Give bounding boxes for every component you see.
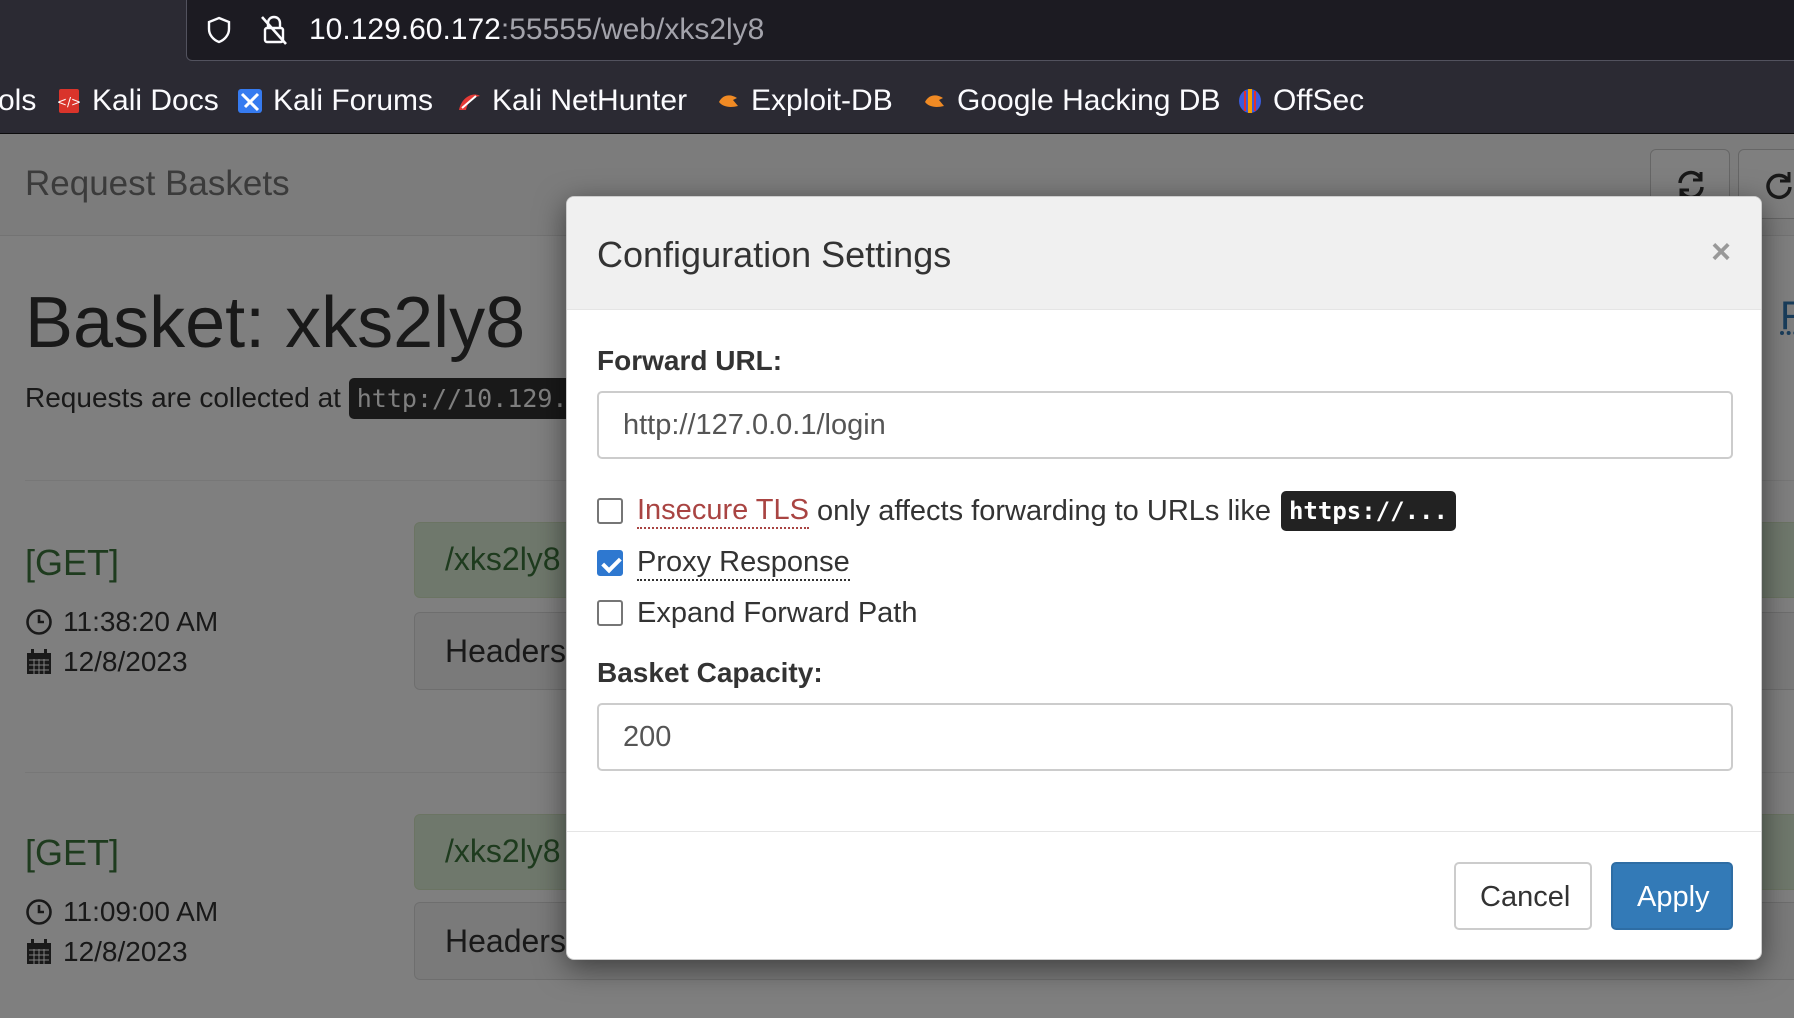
insecure-tls-checkbox[interactable] — [597, 498, 623, 524]
exploit-db-icon — [719, 95, 738, 107]
shield-icon[interactable] — [205, 16, 233, 44]
modal-header: Configuration Settings × — [567, 197, 1761, 310]
bookmark-label: Kali NetHunter — [492, 84, 688, 117]
proxy-response-label: Proxy Response — [637, 546, 850, 581]
basket-capacity-label: Basket Capacity: — [597, 657, 823, 688]
kali-forums-icon — [238, 89, 262, 113]
bookmarks-bar: ols </> Kali Docs Kali Forums Kali NetHu… — [0, 66, 1794, 134]
bookmark-kali-forums[interactable]: Kali Forums — [237, 84, 433, 118]
url-host: 10.129.60.172 — [309, 13, 501, 46]
bookmark-label: Kali Forums — [273, 84, 434, 117]
config-modal: Configuration Settings × Forward URL: In… — [566, 196, 1762, 960]
bookmark-label: Exploit-DB — [751, 84, 893, 117]
bookmark-label: Google Hacking DB — [957, 84, 1221, 117]
https-code-sample: https://... — [1280, 491, 1456, 531]
insecure-tls-description: only affects forwarding to URLs like — [816, 494, 1271, 527]
basket-capacity-input[interactable] — [597, 703, 1733, 771]
modal-footer: Cancel Apply — [567, 831, 1761, 959]
kali-nethunter-icon — [459, 94, 480, 110]
bookmark-exploit-db[interactable]: Exploit-DB — [715, 84, 893, 118]
expand-forward-path-row: Expand Forward Path — [597, 595, 917, 631]
google-hacking-db-icon — [925, 95, 944, 107]
proxy-response-row: Proxy Response — [597, 545, 850, 581]
bookmark-kali-nethunter[interactable]: Kali NetHunter — [456, 84, 687, 118]
expand-forward-path-checkbox[interactable] — [597, 600, 623, 626]
kali-docs-icon: </> — [57, 89, 81, 113]
insecure-tls-row: Insecure TLS only affects forwarding to … — [597, 491, 1456, 531]
cancel-button[interactable]: Cancel — [1454, 862, 1592, 930]
proxy-response-checkbox[interactable] — [597, 550, 623, 576]
browser-toolbar: 10.129.60.172:55555/web/xks2ly8 — [0, 0, 1794, 66]
bookmark-label: ols — [0, 84, 37, 117]
apply-button[interactable]: Apply — [1611, 862, 1733, 930]
forward-url-input[interactable] — [597, 391, 1733, 459]
insecure-tls-label: Insecure TLS — [637, 494, 809, 529]
modal-title: Configuration Settings — [597, 234, 952, 275]
bookmark-label: Kali Docs — [92, 84, 219, 117]
url-path: :55555/web/xks2ly8 — [500, 13, 765, 46]
url-text[interactable]: 10.129.60.172:55555/web/xks2ly8 — [309, 13, 764, 47]
bookmark-offsec[interactable]: OffSec — [1237, 84, 1364, 118]
insecure-lock-icon[interactable] — [259, 14, 289, 46]
offsec-icon — [1239, 89, 1261, 113]
forward-url-label: Forward URL: — [597, 345, 783, 376]
bookmark-kali-docs[interactable]: </> Kali Docs — [56, 84, 219, 118]
bookmark-label: OffSec — [1273, 84, 1365, 117]
svg-text:</>: </> — [57, 95, 81, 109]
bookmark-google-hacking-db[interactable]: Google Hacking DB — [921, 84, 1220, 118]
address-bar[interactable]: 10.129.60.172:55555/web/xks2ly8 — [186, 0, 1794, 61]
expand-forward-path-label: Expand Forward Path — [637, 596, 918, 629]
bookmark-tools[interactable]: ols — [0, 84, 36, 118]
close-icon[interactable]: × — [1711, 233, 1731, 272]
